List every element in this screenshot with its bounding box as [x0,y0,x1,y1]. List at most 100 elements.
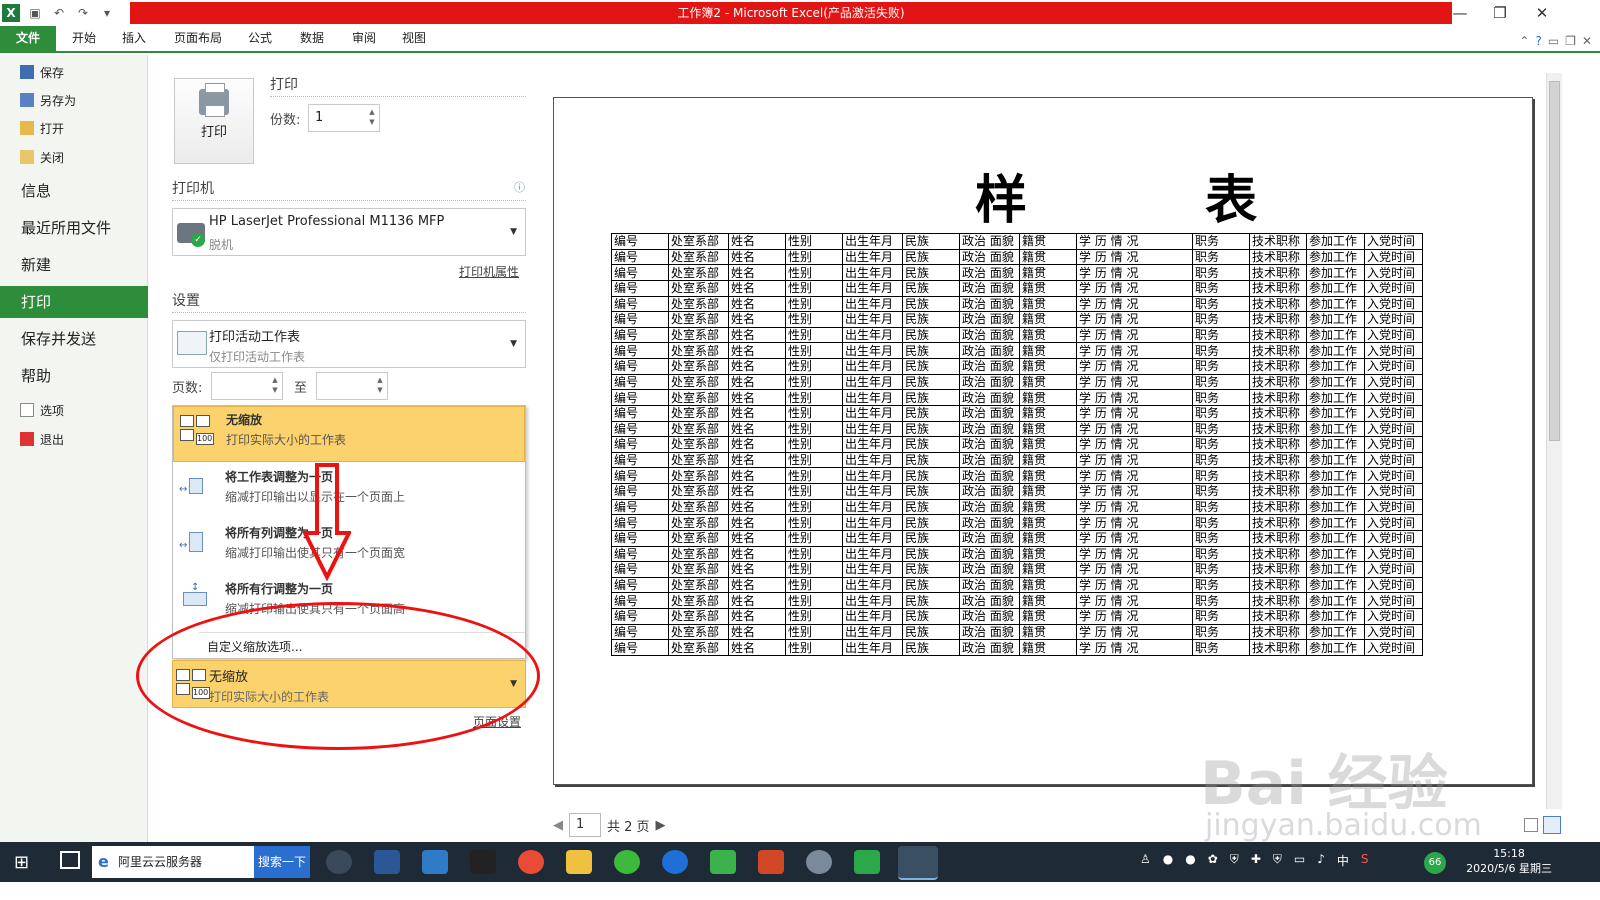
windows-start-icon[interactable]: ⊞ [14,852,29,873]
tab-formulas[interactable]: 公式 [248,26,272,51]
copies-input[interactable]: 1 ▲ ▼ [308,104,380,132]
table-cell: 技术职称 [1249,326,1307,344]
table-cell: 性别 [785,467,843,484]
plus-tray-icon[interactable]: ✚ [1251,852,1261,869]
nav-save-send[interactable]: 保存并发送 [0,323,148,355]
tab-data[interactable]: 数据 [300,26,324,51]
undo-icon[interactable]: ↶ [50,4,68,22]
info-icon[interactable]: ⓘ [514,179,525,195]
help-icon[interactable]: ? [1535,29,1541,54]
zoom-to-page-icon[interactable] [1543,816,1561,834]
internet-explorer-icon[interactable] [662,850,688,874]
shield-icon[interactable]: ⛨ [1230,852,1239,869]
show-margins-icon[interactable] [1524,818,1538,832]
ime-indicator[interactable]: 中 [1337,852,1349,869]
table-cell: 参加工作 [1306,451,1365,469]
table-cell: 编号 [611,561,669,578]
qq-icon[interactable] [470,850,496,874]
nav-open[interactable]: 打开 [20,117,64,139]
print-what-dropdown[interactable]: 打印活动工作表 仅打印活动工作表 ▼ [172,320,526,368]
nav-print[interactable]: 打印 [0,286,148,318]
performance-badge-icon[interactable]: 66 [1424,852,1446,874]
pages-from-spinner[interactable]: ▲ ▼ [270,375,280,395]
nav-new[interactable]: 新建 [0,249,148,281]
vertical-scrollbar[interactable] [1546,73,1562,809]
table-cell: 职务 [1192,264,1250,281]
printer-dropdown[interactable]: ✓ HP LaserJet Professional M1136 MFP 脱机 … [172,208,526,256]
nav-save[interactable]: 保存 [20,61,64,83]
table-cell: 职务 [1192,639,1250,656]
table-cell: 籍贯 [1019,592,1077,609]
nav-close[interactable]: 关闭 [20,146,64,168]
save-icon[interactable]: ▣ [26,4,44,22]
taskbar-search-button[interactable]: 搜索一下 [254,846,310,878]
tab-insert[interactable]: 插入 [122,26,146,51]
excel-taskbar-icon[interactable] [898,846,938,880]
print-button[interactable]: 打印 [174,78,254,164]
close-button[interactable]: ✕ [1522,0,1562,26]
browser-icon[interactable] [518,850,544,874]
sogou-icon[interactable]: S [1361,852,1369,869]
table-cell: 编号 [611,576,669,594]
volume-icon[interactable]: ♪ [1317,852,1325,869]
qq-tray-icon[interactable]: ● [1185,852,1195,869]
tab-view[interactable]: 视图 [402,26,426,51]
doc-close-icon[interactable]: ✕ [1582,29,1592,54]
table-cell: 政治 面貌 [959,592,1020,609]
excel-logo-icon[interactable]: X [2,4,20,22]
nav-help[interactable]: 帮助 [0,360,148,392]
file-explorer-icon[interactable] [566,850,592,874]
wechat-icon[interactable] [710,850,736,874]
table-cell: 处室系部 [668,358,729,375]
table-cell: 性别 [785,545,843,563]
pages-to-spinner[interactable]: ▲ ▼ [375,375,385,395]
mail-icon[interactable] [422,850,448,874]
table-cell: 出生年月 [842,248,903,266]
network-icon[interactable]: ▭ [1294,852,1305,869]
doc-minimize-icon[interactable]: ▭ [1548,29,1559,54]
powerpoint-icon[interactable] [758,850,784,874]
pages-from-input[interactable]: ▲ ▼ [211,372,283,400]
restore-button[interactable]: ❐ [1480,0,1520,26]
page-number-input[interactable]: 1 [569,813,601,837]
nav-info[interactable]: 信息 [0,175,148,207]
taskbar-search-input[interactable]: e 阿里云云服务器 [92,846,254,878]
nav-save-as[interactable]: 另存为 [20,89,76,111]
scaling-option-no-scaling[interactable]: 100 无缩放 打印实际大小的工作表 [173,406,525,462]
copies-spinner[interactable]: ▲ ▼ [367,107,377,127]
pages-to-input[interactable]: ▲ ▼ [316,372,388,400]
zb-app-icon[interactable] [326,850,352,874]
wechat-tray-icon[interactable]: ● [1163,852,1173,869]
minimize-button[interactable]: — [1440,0,1480,26]
tab-page-layout[interactable]: 页面布局 [174,26,222,51]
pages-label: 页数: [172,381,203,396]
tab-file[interactable]: 文件 [0,26,56,51]
security-app-icon[interactable] [614,850,640,874]
nav-recent[interactable]: 最近所用文件 [0,212,148,244]
table-cell: 学 历 情 况 [1076,326,1193,344]
tray-app-icon[interactable]: ✿ [1208,852,1218,869]
prev-page-icon[interactable]: ◀ [553,818,563,833]
print-section-title: 打印 [270,77,298,93]
defender-icon[interactable]: ⛨ [1273,852,1282,869]
redo-icon[interactable]: ↷ [74,4,92,22]
next-page-icon[interactable]: ▶ [656,818,666,833]
people-icon[interactable]: ♙ [1140,852,1151,869]
customize-qat-icon[interactable]: ▾ [98,4,116,22]
doc-restore-icon[interactable]: ❐ [1565,29,1576,54]
tab-home[interactable]: 开始 [72,26,96,51]
table-cell: 姓名 [728,514,786,531]
printer-properties-link[interactable]: 打印机属性 [459,263,519,280]
task-view-icon[interactable] [60,851,80,869]
scrollbar-thumb[interactable] [1549,81,1560,441]
nav-exit[interactable]: 退出 [20,428,64,450]
table-cell: 学 历 情 况 [1076,608,1193,625]
table-cell: 籍贯 [1019,498,1077,516]
tab-review[interactable]: 审阅 [352,26,376,51]
taskbar-clock[interactable]: 15:18 2020/5/6 星期三 [1466,846,1552,876]
nav-options[interactable]: 选项 [20,399,64,421]
paint-icon[interactable] [806,850,832,874]
spreadsheet-app-icon[interactable] [854,850,880,874]
minimize-ribbon-icon[interactable]: ⌃ [1519,29,1529,54]
word-icon[interactable] [374,850,400,874]
